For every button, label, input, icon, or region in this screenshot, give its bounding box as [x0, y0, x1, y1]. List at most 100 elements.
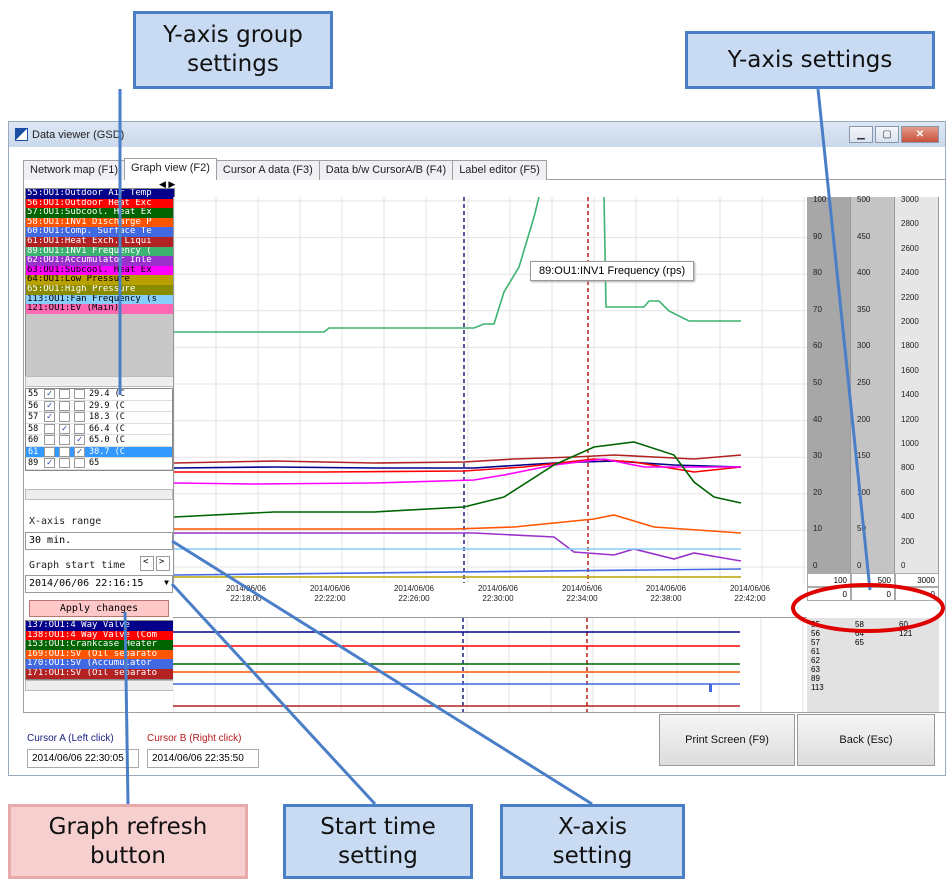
- y-axis-panel[interactable]: 100 90 80 70 60 50 40 30 20 10 0 100 0 500 450 400 350 30…: [807, 195, 939, 601]
- group-checkbox[interactable]: [44, 435, 55, 446]
- group-checkbox[interactable]: ✓: [44, 389, 55, 400]
- digital-plot[interactable]: [172, 617, 807, 712]
- grid-row[interactable]: 60 ✓ 65.0 (C: [26, 435, 172, 447]
- close-icon[interactable]: ✕: [901, 126, 939, 143]
- legend-entry[interactable]: 138:OU1:4 Way Valve (Com: [26, 630, 174, 641]
- x-tick: 2014/06/06 22:26:00: [379, 584, 449, 604]
- y-tick-label: 800: [901, 463, 915, 473]
- app-icon: [15, 128, 28, 141]
- group-checkbox[interactable]: ✓: [44, 400, 55, 411]
- grid-row[interactable]: 58 ✓ 66.4 (C: [26, 423, 172, 435]
- group-id: 58: [855, 620, 864, 629]
- y-axis-min-input[interactable]: 0: [895, 587, 939, 601]
- x-tick-label: 2014/06/06: [477, 584, 519, 593]
- callout-y-axis-group: Y-axis group settings: [133, 11, 333, 89]
- data-viewer-window: Data viewer (GSD) ▁ ▢ ✕ Network map (F1)…: [8, 121, 946, 776]
- row-value: 30.7 (C: [89, 446, 125, 457]
- apply-changes-button[interactable]: Apply changes: [29, 600, 169, 617]
- y-tick-label: 0: [901, 561, 906, 570]
- legend-entry[interactable]: 64:OU1:Low Pressure: [26, 275, 174, 285]
- x-tick-label: 22:42:00: [734, 594, 766, 603]
- start-time-dropdown[interactable]: 2014/06/06 22:16:15 ▼: [25, 575, 173, 593]
- group-checkbox[interactable]: [59, 435, 70, 446]
- start-time-prev-button[interactable]: <: [140, 556, 154, 571]
- legend-entry[interactable]: 61:OU1:Heat Exch. Liqui: [26, 236, 174, 247]
- tab-2[interactable]: Cursor A data (F3): [215, 160, 320, 180]
- group-checkbox[interactable]: [74, 412, 85, 423]
- y-tick-label: 70: [813, 304, 822, 314]
- legend-entry[interactable]: 153:OU1:Crankcase Heater: [26, 640, 174, 650]
- legend-entry[interactable]: 56:OU1:Outdoor Heat Exc: [26, 198, 174, 209]
- row-id: 61: [28, 446, 39, 457]
- group-checkbox[interactable]: [59, 458, 70, 469]
- grid-row[interactable]: 55 ✓ 29.4 (C: [26, 389, 172, 401]
- group-checkbox[interactable]: ✓: [44, 412, 55, 423]
- legend-entry[interactable]: 57:OU1:Subcool. Heat Ex: [26, 208, 174, 218]
- y-tick-label: 1000: [901, 439, 919, 448]
- legend-entry[interactable]: 58:OU1:INV1 Discharge P: [26, 217, 174, 228]
- grid-row[interactable]: 56 ✓ 29.9 (C: [26, 400, 172, 412]
- group-checkbox[interactable]: [44, 423, 55, 434]
- print-screen-button[interactable]: Print Screen (F9): [659, 714, 795, 766]
- group-checkbox[interactable]: [44, 446, 55, 457]
- group-checkbox[interactable]: [59, 389, 70, 400]
- legend-entry[interactable]: 55:OU1:Outdoor Air Temp: [26, 189, 174, 199]
- analog-plot-svg: [173, 196, 808, 583]
- grid-scrollbar[interactable]: [25, 489, 173, 500]
- legend-entry[interactable]: 60:OU1:Comp. Surface Te: [26, 227, 174, 237]
- grid-row[interactable]: 61 ✓ 30.7 (C: [26, 446, 172, 458]
- y-tick-label: 1600: [901, 365, 919, 375]
- back-button[interactable]: Back (Esc): [797, 714, 935, 766]
- legend-entry[interactable]: 63:OU1:Subcool. Heat Ex: [26, 265, 174, 276]
- legend-entry[interactable]: 169:OU1:SV (Oil separato: [26, 649, 174, 660]
- y-tick-label: 30: [813, 451, 822, 461]
- y-tick-label: 2000: [901, 317, 919, 326]
- maximize-icon[interactable]: ▢: [875, 126, 899, 143]
- y-axis-max-input[interactable]: 100: [807, 573, 851, 587]
- y-axis-max-input[interactable]: 500: [851, 573, 895, 587]
- x-tick-label: 2014/06/06: [393, 584, 435, 593]
- y-tick-label: 50: [813, 378, 822, 387]
- group-checkbox[interactable]: [74, 400, 85, 411]
- group-checkbox[interactable]: [74, 389, 85, 400]
- group-checkbox[interactable]: ✓: [74, 435, 85, 446]
- legend-entry[interactable]: 65:OU1:High Pressure: [26, 284, 174, 295]
- minimize-icon[interactable]: ▁: [849, 126, 873, 143]
- y-axis-max-input[interactable]: 3000: [895, 573, 939, 587]
- y-axis-group-grid[interactable]: 55 ✓ 29.4 (C 56 ✓ 29.9 (C 57 ✓ 18.3 (C 58 ✓ 66.4 (C…: [25, 388, 173, 471]
- group-checkbox[interactable]: ✓: [59, 423, 70, 434]
- tab-0[interactable]: Network map (F1): [23, 160, 126, 180]
- digital-plot-svg: [172, 618, 804, 712]
- group-checkbox[interactable]: [59, 400, 70, 411]
- row-id: 56: [28, 400, 39, 411]
- analog-plot[interactable]: [173, 196, 808, 583]
- legend-entry[interactable]: 137:OU1:4 Way Valve: [26, 621, 174, 631]
- tab-3[interactable]: Data b/w CursorA/B (F4): [318, 160, 454, 180]
- y-axis-group-legend[interactable]: 55:OU1:Outdoor Air Temp 56:OU1:Outdoor He…: [25, 188, 175, 378]
- group-checkbox[interactable]: ✓: [74, 446, 85, 457]
- legend-entry[interactable]: 89:OU1:INV1 Frequency (: [26, 246, 174, 257]
- bit-signal-legend[interactable]: 137:OU1:4 Way Valve 138:OU1:4 Way Valve (…: [25, 620, 175, 680]
- group-checkbox[interactable]: ✓: [44, 458, 55, 469]
- group-checkbox[interactable]: [59, 446, 70, 457]
- x-axis-range-input[interactable]: 30 min.: [25, 532, 173, 550]
- tab-4[interactable]: Label editor (F5): [452, 160, 547, 180]
- group-checkbox[interactable]: [74, 458, 85, 469]
- legend-scrollbar[interactable]: [25, 376, 175, 387]
- legend-entry[interactable]: 171:OU1:SV (Oil separato: [26, 668, 174, 679]
- y-axis-min-input[interactable]: 0: [851, 587, 895, 601]
- group-checkbox[interactable]: [74, 423, 85, 434]
- start-time-next-button[interactable]: >: [156, 556, 170, 571]
- legend-entry[interactable]: 170:OU1:SV (Accumulator: [26, 659, 174, 669]
- bit-legend-scrollbar[interactable]: [25, 680, 175, 691]
- grid-row[interactable]: 89 ✓ 65: [26, 458, 172, 470]
- grid-row[interactable]: 57 ✓ 18.3 (C: [26, 412, 172, 424]
- legend-entry[interactable]: 113:OU1:Fan Frequency (s: [26, 294, 174, 305]
- y-axis-min-input[interactable]: 0: [807, 587, 851, 601]
- group-checkbox[interactable]: [59, 412, 70, 423]
- row-id: 89: [28, 458, 39, 469]
- x-tick: 2014/06/06 22:22:00: [295, 584, 365, 604]
- legend-entry[interactable]: 121:OU1:EV (Main): [26, 304, 174, 314]
- legend-entry[interactable]: 62:OU1:Accumulator Inle: [26, 256, 174, 266]
- tab-1[interactable]: Graph view (F2): [124, 158, 217, 180]
